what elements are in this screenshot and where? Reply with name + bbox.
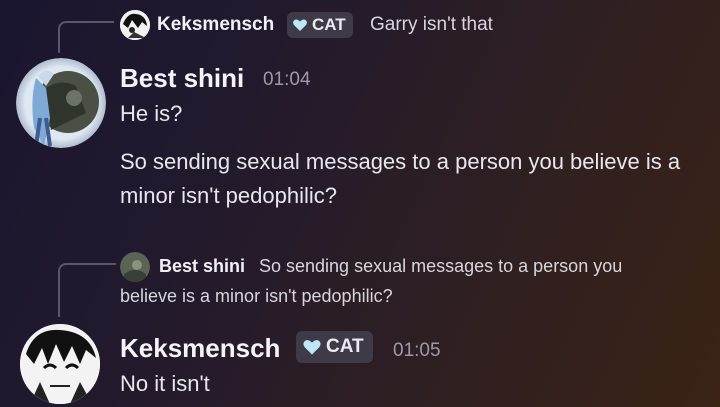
tag-label: CAT	[326, 336, 364, 357]
message-line: No it isn't	[120, 371, 210, 396]
message-timestamp[interactable]: 01:05	[393, 340, 441, 362]
message-line: So sending sexual messages to a person y…	[120, 149, 681, 208]
reply-spine	[58, 263, 116, 317]
cat-tag[interactable]: CAT	[296, 331, 373, 363]
message-timestamp[interactable]: 01:04	[263, 69, 311, 91]
reply-spine	[58, 21, 114, 53]
avatar-best-shini[interactable]	[16, 58, 106, 148]
message-author[interactable]: Best shini	[120, 63, 244, 94]
message-line: He is?	[120, 101, 183, 126]
reply-preview-text-cont[interactable]: believe is a minor isn't pedophilic?	[120, 286, 393, 307]
reply-avatar-best-shini[interactable]	[120, 252, 150, 282]
tag-label: CAT	[312, 15, 346, 34]
cat-tag[interactable]: CAT	[287, 12, 353, 38]
reply-author[interactable]: Best shini	[159, 256, 245, 277]
heart-icon	[303, 340, 321, 355]
heart-icon	[293, 19, 307, 31]
reply-preview-text[interactable]: Garry isn't that	[370, 14, 493, 36]
avatar-keksmensch[interactable]	[20, 324, 100, 404]
message-author[interactable]: Keksmensch	[120, 333, 280, 364]
reply-avatar-keksmensch[interactable]	[120, 10, 150, 40]
reply-author[interactable]: Keksmensch	[157, 14, 274, 36]
reply-preview-text[interactable]: So sending sexual messages to a person y…	[259, 256, 622, 277]
